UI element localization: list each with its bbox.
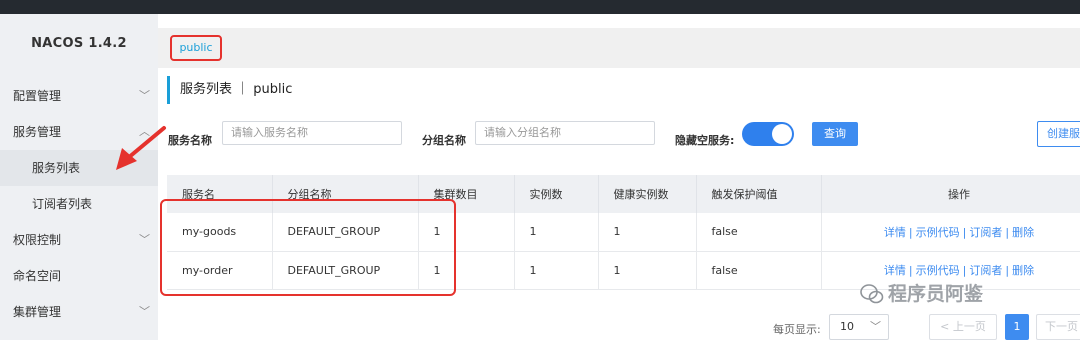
wechat-icon: [860, 284, 884, 304]
watermark-text: 程序员阿鉴: [888, 283, 984, 305]
